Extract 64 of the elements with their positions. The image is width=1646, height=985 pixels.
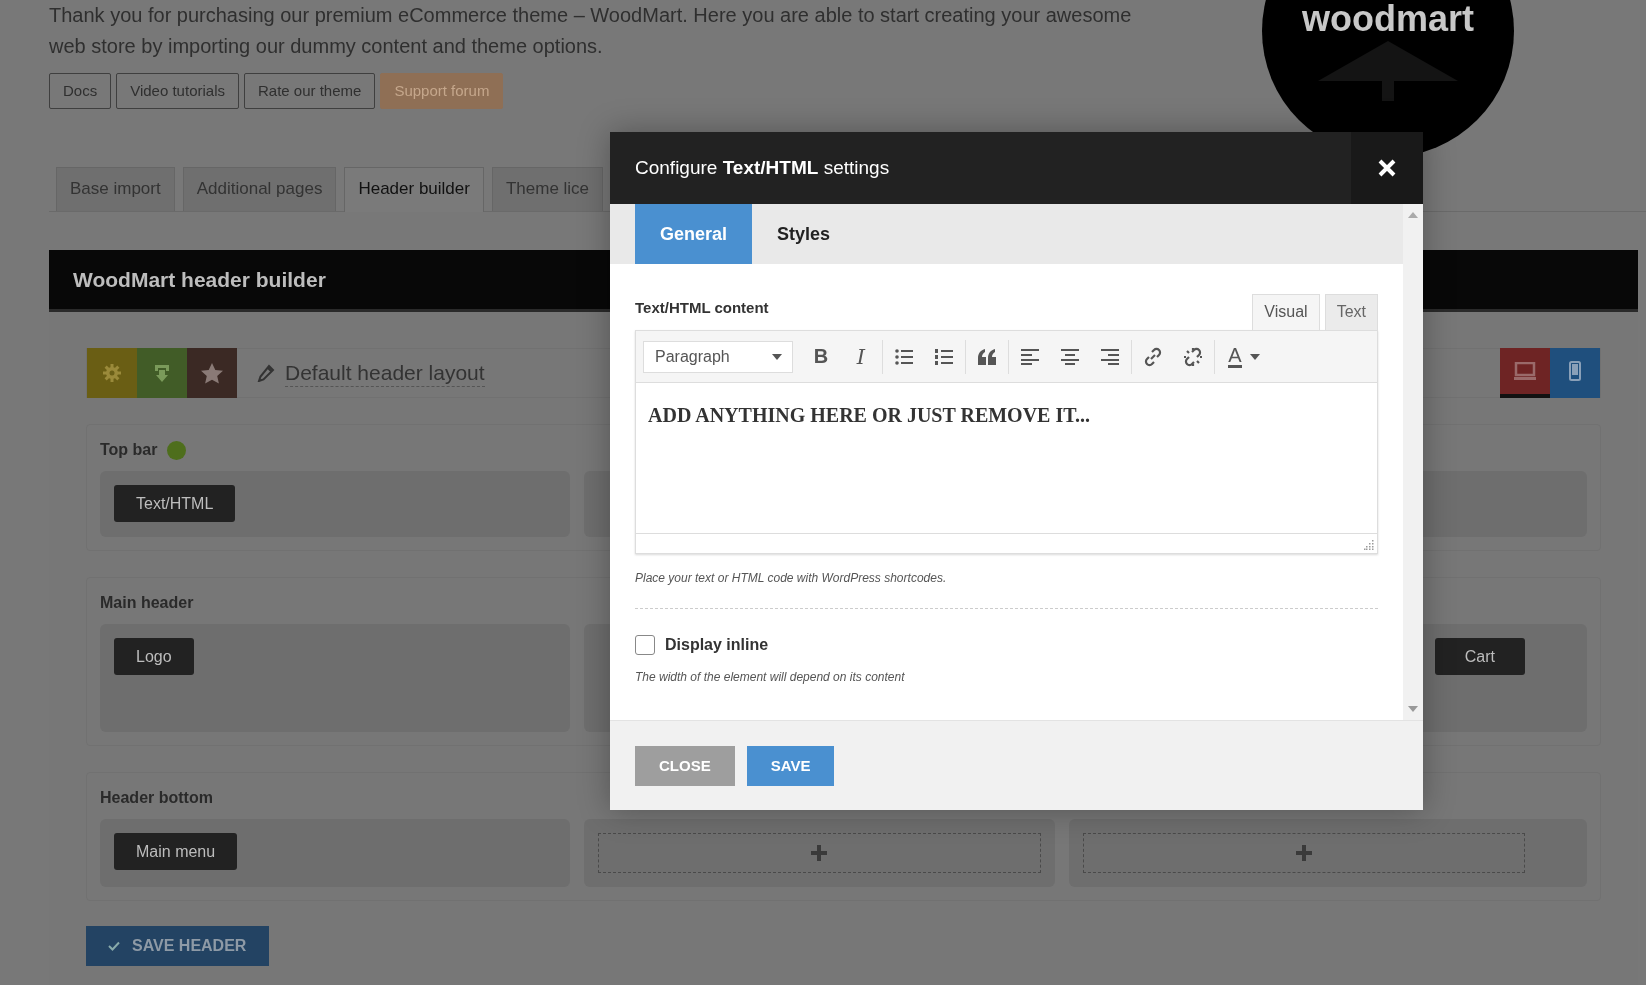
gear-icon xyxy=(102,363,122,383)
monitor-icon xyxy=(1514,362,1536,380)
row-title: Main header xyxy=(100,594,194,612)
checkbox-label: Display inline xyxy=(665,636,769,654)
align-left-icon[interactable] xyxy=(1021,348,1039,365)
logo-text: woodmart xyxy=(1302,1,1474,37)
pencil-icon xyxy=(257,364,275,382)
editor-content-field[interactable]: ADD ANYTHING HERE OR JUST REMOVE IT... xyxy=(636,383,1377,533)
intro-text: Thank you for purchasing our premium eCommerce theme – WoodMart. Here you are able to start creating your awesome web store by importing our dummy content and theme options. xyxy=(48,3,1133,59)
save-header-button[interactable]: SAVE HEADER xyxy=(86,926,270,966)
caret-icon[interactable] xyxy=(772,353,782,360)
row-title: Top bar xyxy=(100,441,158,459)
desktop-view-button[interactable] xyxy=(1500,348,1550,398)
link-button[interactable]: Video tutorials xyxy=(116,73,239,109)
italic-button[interactable]: I xyxy=(841,339,881,374)
link-button[interactable]: Docs xyxy=(49,73,112,109)
element-button[interactable]: Cart xyxy=(1434,638,1525,675)
tab[interactable]: General xyxy=(635,204,753,264)
mobile-view-button[interactable] xyxy=(1550,348,1600,398)
check-icon xyxy=(108,941,120,951)
element-button[interactable]: Text/HTML xyxy=(114,485,236,522)
editor-tab[interactable]: Text xyxy=(1324,294,1378,330)
format-dropdown[interactable]: Paragraph xyxy=(643,340,793,373)
layout-name[interactable]: Default header layout xyxy=(285,359,485,387)
field-hint: The width of the element will depend on its content xyxy=(635,670,906,684)
scrollbar[interactable] xyxy=(1403,204,1423,720)
close-button[interactable]: CLOSE xyxy=(635,745,735,786)
element-button[interactable]: Main menu xyxy=(114,833,238,870)
align-center-icon[interactable] xyxy=(1061,348,1079,365)
add-element-slot[interactable] xyxy=(598,833,1041,873)
numbered-list-icon[interactable] xyxy=(935,348,953,365)
field-hint: Place your text or HTML code with WordPress shortcodes. xyxy=(635,571,948,585)
bold-button[interactable]: B xyxy=(801,339,841,374)
tab[interactable]: Theme lice xyxy=(491,167,604,211)
plus-icon[interactable] xyxy=(811,845,828,861)
link-icon[interactable] xyxy=(1143,346,1163,367)
plus-icon[interactable] xyxy=(1295,845,1312,861)
resize-handle-icon[interactable] xyxy=(1364,540,1374,550)
scroll-down-icon[interactable] xyxy=(1408,706,1418,712)
close-icon xyxy=(1378,159,1396,177)
close-button[interactable] xyxy=(1351,132,1423,204)
star-icon xyxy=(201,362,223,384)
modal-title: Configure Text/HTML settings xyxy=(634,157,891,179)
editor-tab[interactable]: Visual xyxy=(1252,294,1320,330)
import-button[interactable] xyxy=(137,348,187,398)
settings-button[interactable] xyxy=(87,348,137,398)
tab[interactable]: Base import xyxy=(56,167,175,211)
text-color-button[interactable]: A xyxy=(1216,339,1272,374)
favorite-button[interactable] xyxy=(187,348,237,398)
unlink-icon[interactable] xyxy=(1183,346,1203,367)
tab[interactable]: Header builder xyxy=(344,167,484,212)
phone-icon xyxy=(1569,361,1581,381)
link-button[interactable]: Rate our theme xyxy=(244,73,376,109)
save-button[interactable]: SAVE xyxy=(746,745,835,786)
align-right-icon[interactable] xyxy=(1101,348,1119,365)
checkbox[interactable] xyxy=(635,635,655,655)
quote-icon[interactable] xyxy=(977,348,997,365)
tab[interactable]: Additional pages xyxy=(182,167,337,211)
scroll-up-icon[interactable] xyxy=(1408,212,1418,218)
bulleted-list-icon[interactable] xyxy=(895,348,913,365)
element-button[interactable]: Logo xyxy=(114,638,194,675)
caret-icon[interactable] xyxy=(1249,353,1260,360)
download-icon xyxy=(153,363,171,383)
row-title: Header bottom xyxy=(100,789,213,807)
